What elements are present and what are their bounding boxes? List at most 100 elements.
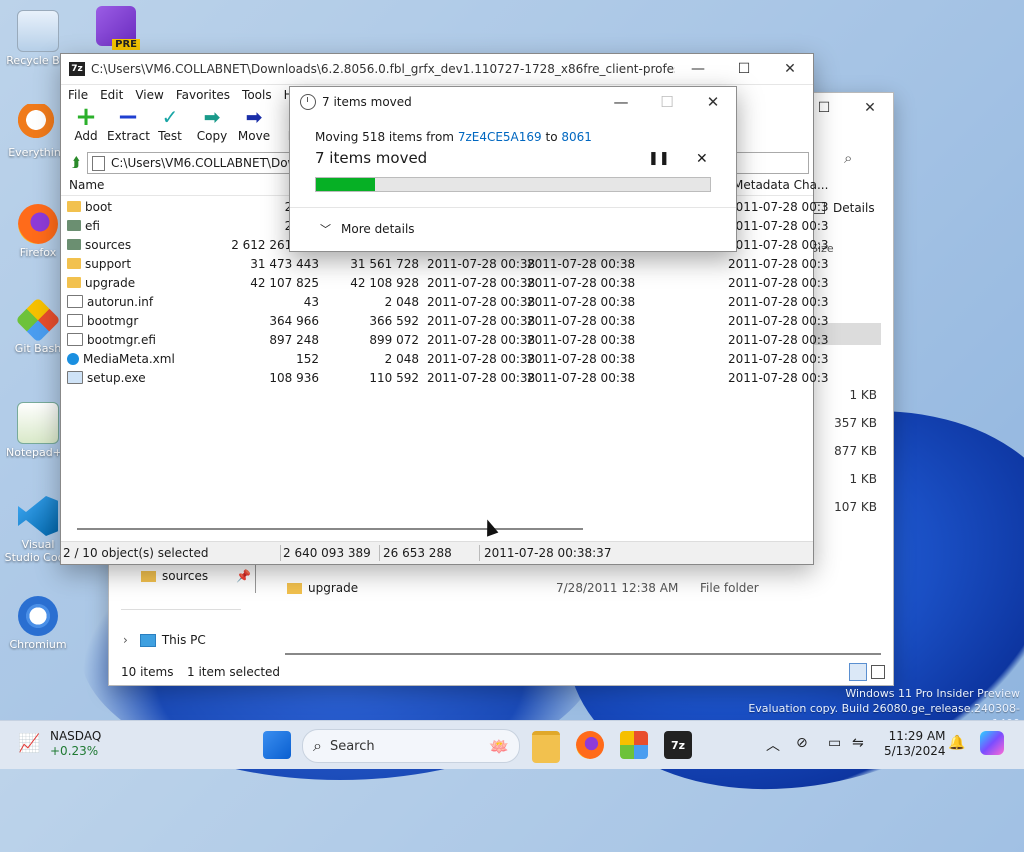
menu-tools[interactable]: Tools bbox=[239, 88, 281, 102]
table-row[interactable]: setup.exe 108 936 110 592 2011-07-28 00:38 2… bbox=[61, 368, 829, 387]
close-icon[interactable]: ✕ bbox=[847, 93, 893, 123]
desktop-icon-vs-preview[interactable]: PRE bbox=[84, 6, 148, 50]
nav-item-this-pc[interactable]: › This PC bbox=[123, 633, 206, 647]
table-row[interactable]: bootmgr.efi 897 248 899 072 2011-07-28 00:3… bbox=[61, 330, 829, 349]
clock[interactable]: 11:29 AM 5/13/2024 bbox=[884, 729, 946, 759]
modified-cell: 2011-07-28 00:38 bbox=[427, 294, 536, 309]
firefox-taskbar-icon[interactable] bbox=[576, 731, 604, 759]
table-row[interactable]: MediaMeta.xml 152 2 048 2011-07-28 00:38 201… bbox=[61, 349, 829, 368]
status-size: 2 640 093 389 bbox=[283, 546, 371, 560]
metadata-cell: 2011-07-28 00:3 bbox=[728, 370, 829, 385]
menu-file[interactable]: File bbox=[65, 88, 97, 102]
move-progress-dialog[interactable]: 7 items moved — ☐ ✕ Moving 518 items fro… bbox=[289, 86, 737, 252]
folder-icon bbox=[141, 570, 156, 582]
cancel-icon[interactable]: ✕ bbox=[696, 151, 708, 167]
size-cell: 43 bbox=[303, 294, 319, 309]
copy-button[interactable]: ➡ Copy bbox=[191, 105, 233, 143]
windows-app-taskbar-icon[interactable] bbox=[620, 731, 648, 759]
horizontal-scrollbar[interactable] bbox=[77, 528, 583, 530]
table-row[interactable]: support 31 473 443 31 561 728 2011-07-28 00… bbox=[61, 254, 829, 273]
network-icon[interactable]: ⊘ bbox=[796, 735, 808, 751]
windows-start-icon[interactable] bbox=[263, 731, 291, 759]
table-row[interactable]: upgrade 42 107 825 42 108 928 2011-07-28 00… bbox=[61, 273, 829, 292]
packed-size-cell: 2 048 bbox=[384, 351, 419, 366]
move-button[interactable]: ➡ Move bbox=[233, 105, 275, 143]
explorer-window-controls: ☐ ✕ bbox=[801, 93, 893, 123]
add-button[interactable]: + Add bbox=[65, 102, 107, 143]
destination-link[interactable]: 8061 bbox=[561, 130, 592, 144]
menu-view[interactable]: View bbox=[132, 88, 172, 102]
status-divider bbox=[280, 545, 281, 561]
size-cell: 364 966 bbox=[269, 313, 319, 328]
maximize-icon[interactable]: ☐ bbox=[721, 54, 767, 84]
notification-bell-icon[interactable]: 🔔 bbox=[948, 735, 965, 751]
file-icon bbox=[67, 295, 83, 308]
7zip-taskbar-icon[interactable]: 7z bbox=[664, 731, 692, 759]
file-icon bbox=[67, 371, 83, 384]
file-explorer-taskbar-icon[interactable] bbox=[532, 731, 560, 763]
dialog-titlebar[interactable]: 7 items moved — ☐ ✕ bbox=[290, 87, 736, 117]
maximize-icon[interactable]: ☐ bbox=[644, 87, 690, 117]
desktop-icon-chromium[interactable]: Chromium bbox=[6, 596, 70, 651]
tiles-view-icon[interactable] bbox=[871, 665, 885, 679]
up-folder-icon[interactable]: ⮭ bbox=[65, 155, 87, 171]
folder-icon bbox=[67, 201, 81, 212]
progress-headline: 7 items moved bbox=[315, 149, 428, 167]
file-icon bbox=[67, 314, 83, 327]
source-link[interactable]: 7zE4CE5A169 bbox=[458, 130, 542, 144]
size-cell: 42 107 825 bbox=[250, 275, 319, 290]
menu-edit[interactable]: Edit bbox=[97, 88, 132, 102]
size-cell: 152 bbox=[296, 351, 319, 366]
extract-button[interactable]: − Extract bbox=[107, 102, 150, 143]
nav-item-sources[interactable]: sources 📌 bbox=[141, 569, 251, 583]
taskbar: 📈 NASDAQ +0.23% ⌕ Search 🪷 7z ︿ ⊘ ▭ ⇋ 11… bbox=[0, 720, 1024, 769]
folder-icon bbox=[287, 582, 302, 594]
checkmark-icon: ✓ bbox=[161, 105, 179, 129]
size-cell: 897 248 bbox=[269, 332, 319, 347]
recycle-bin-icon bbox=[17, 10, 59, 52]
dialog-title: 7 items moved bbox=[322, 95, 412, 109]
details-view-icon[interactable] bbox=[849, 663, 867, 681]
column-header-metadata[interactable]: Metadata Cha... bbox=[733, 178, 828, 192]
stock-widget[interactable]: NASDAQ +0.23% bbox=[50, 729, 101, 759]
monitor-icon bbox=[139, 633, 156, 647]
packed-size-cell: 31 561 728 bbox=[350, 256, 419, 271]
visual-studio-preview-icon: PRE bbox=[96, 6, 140, 50]
display-icon[interactable]: ▭ bbox=[828, 735, 841, 751]
metadata-cell: 2011-07-28 00:3 bbox=[728, 294, 829, 309]
folder-icon bbox=[67, 220, 81, 231]
test-button[interactable]: ✓ Test bbox=[149, 105, 191, 143]
copilot-icon[interactable] bbox=[980, 731, 1004, 755]
close-icon[interactable]: ✕ bbox=[767, 54, 813, 84]
folder-icon bbox=[67, 277, 81, 288]
table-row[interactable]: autorun.inf 43 2 048 2011-07-28 00:38 2011-0… bbox=[61, 292, 829, 311]
pin-icon: 📌 bbox=[236, 569, 252, 583]
dialog-separator bbox=[290, 207, 736, 208]
file-name-cell: autorun.inf bbox=[67, 295, 153, 309]
metadata-cell: 2011-07-28 00:3 bbox=[728, 351, 829, 366]
minimize-icon[interactable]: — bbox=[675, 54, 721, 84]
7zip-titlebar[interactable]: 7z C:\Users\VM6.COLLABNET\Downloads\6.2.… bbox=[61, 54, 813, 85]
list-item[interactable]: upgrade 7/28/2011 12:38 AM File folder bbox=[287, 578, 877, 598]
plus-icon: + bbox=[75, 102, 97, 132]
metadata-cell: 2011-07-28 00:3 bbox=[728, 313, 829, 328]
more-details-toggle[interactable]: ﹀ More details bbox=[320, 221, 415, 237]
edge-file-icon bbox=[67, 352, 79, 365]
drive-icon bbox=[92, 155, 105, 171]
table-row[interactable]: bootmgr 364 966 366 592 2011-07-28 00:38 201… bbox=[61, 311, 829, 330]
packed-size-cell: 899 072 bbox=[369, 332, 419, 347]
taskbar-search[interactable]: ⌕ Search 🪷 bbox=[302, 729, 520, 763]
volume-icon[interactable]: ⇋ bbox=[852, 735, 864, 751]
chevron-up-icon[interactable]: ︿ bbox=[766, 735, 780, 755]
column-header-name[interactable]: Name bbox=[69, 178, 104, 192]
menu-favorites[interactable]: Favorites bbox=[173, 88, 239, 102]
explorer-hscrollbar[interactable] bbox=[285, 653, 881, 655]
minimize-icon[interactable]: — bbox=[598, 87, 644, 117]
metadata-cell: 2011-07-28 00:3 bbox=[728, 256, 829, 271]
status-date: 2011-07-28 00:38:37 bbox=[484, 546, 612, 560]
size-cell: 108 936 bbox=[269, 370, 319, 385]
vscode-icon bbox=[18, 496, 58, 536]
search-icon[interactable]: ⌕ bbox=[844, 149, 852, 167]
pause-icon[interactable]: ❚❚ bbox=[648, 151, 670, 166]
close-icon[interactable]: ✕ bbox=[690, 87, 736, 117]
